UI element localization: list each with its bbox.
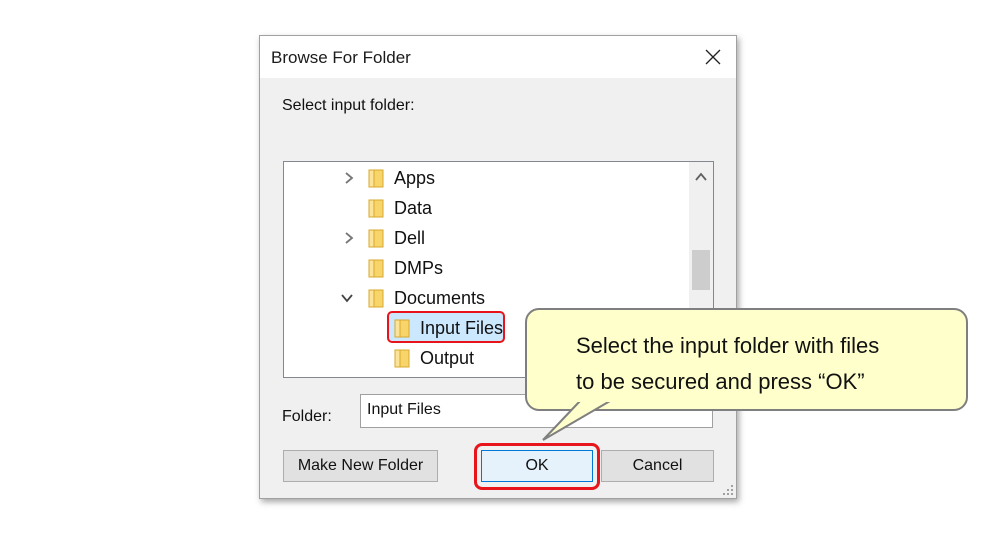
ok-button-highlight <box>474 443 600 490</box>
callout-text: Select the input folder with files to be… <box>576 328 956 400</box>
folder-field-label: Folder: <box>282 408 332 425</box>
folder-icon <box>394 349 410 368</box>
callout-line: to be secured and press “OK” <box>576 369 865 394</box>
tree-item-label: Apps <box>394 168 436 188</box>
folder-icon <box>368 169 384 188</box>
tree-item-label: DMPs <box>394 258 443 278</box>
close-icon <box>705 49 721 65</box>
scroll-up-arrow-icon[interactable] <box>694 171 708 183</box>
prompt-text: Select input folder: <box>282 97 415 114</box>
chevron-right-icon[interactable] <box>342 171 356 185</box>
chevron-down-icon[interactable] <box>340 291 354 305</box>
folder-icon <box>394 319 410 338</box>
tree-item-label: Dell <box>394 228 426 248</box>
tree-item-label: Data <box>394 198 433 218</box>
make-new-folder-button[interactable]: Make New Folder <box>283 450 438 482</box>
tree-item-label: Output <box>420 348 475 368</box>
tree-item-label: Input Files <box>420 318 504 338</box>
folder-icon <box>368 199 384 218</box>
close-button[interactable] <box>690 36 736 78</box>
callout-pointer <box>542 400 614 441</box>
tree-item-dell[interactable]: Dell <box>284 223 689 253</box>
tree-item-data[interactable]: Data <box>284 193 689 223</box>
folder-icon <box>368 229 384 248</box>
folder-icon <box>368 289 384 308</box>
folder-icon <box>368 259 384 278</box>
callout-line: Select the input folder with files <box>576 333 880 358</box>
resize-grip-icon[interactable] <box>722 484 734 496</box>
chevron-right-icon[interactable] <box>342 231 356 245</box>
dialog-title: Browse For Folder <box>271 48 411 67</box>
title-bar[interactable]: Browse For Folder <box>260 36 736 78</box>
tree-item-label: Documents <box>394 288 486 308</box>
scrollbar-thumb[interactable] <box>692 250 710 290</box>
cancel-button[interactable]: Cancel <box>601 450 714 482</box>
tree-item-dmps[interactable]: DMPs <box>284 253 689 283</box>
browse-for-folder-dialog: Browse For Folder Select input folder: A… <box>259 35 737 499</box>
tree-item-apps[interactable]: Apps <box>284 163 689 193</box>
